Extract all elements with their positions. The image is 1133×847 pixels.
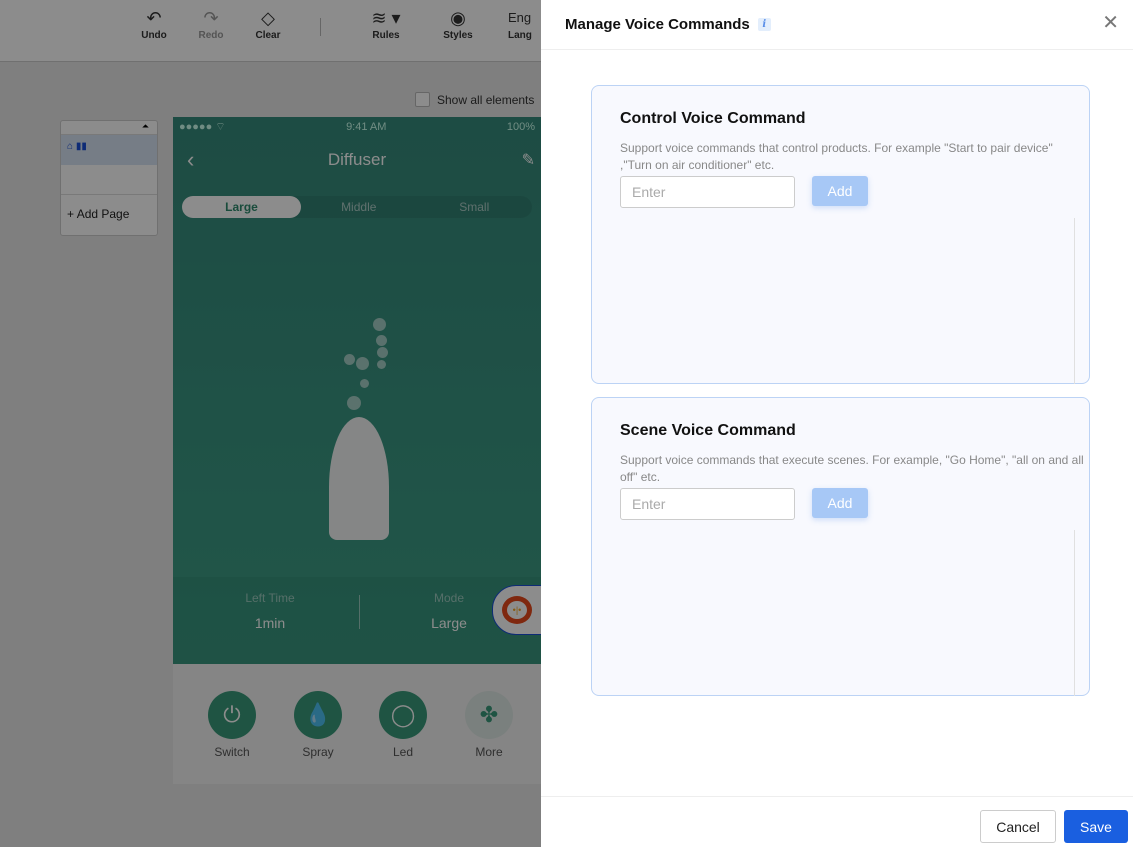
close-icon[interactable]: ✕: [1102, 10, 1119, 35]
scene-command-input[interactable]: [620, 488, 795, 520]
drawer-header: Manage Voice Commands i: [541, 0, 1133, 50]
scene-voice-command-card: Scene Voice Command Support voice comman…: [591, 397, 1090, 696]
control-command-input[interactable]: [620, 176, 795, 208]
scrollbar[interactable]: [1074, 530, 1075, 696]
scene-add-button[interactable]: Add: [812, 488, 868, 518]
info-icon[interactable]: i: [757, 18, 771, 31]
save-button[interactable]: Save: [1064, 810, 1128, 843]
scrollbar[interactable]: [1074, 218, 1075, 384]
manage-voice-commands-drawer: Manage Voice Commands i ✕ Control Voice C…: [541, 0, 1133, 847]
drawer-footer: Cancel Save: [541, 796, 1133, 847]
cancel-button[interactable]: Cancel: [980, 810, 1056, 843]
control-voice-command-card: Control Voice Command Support voice comm…: [591, 85, 1090, 384]
drawer-title: Manage Voice Commands: [565, 16, 750, 33]
control-add-button[interactable]: Add: [812, 176, 868, 206]
